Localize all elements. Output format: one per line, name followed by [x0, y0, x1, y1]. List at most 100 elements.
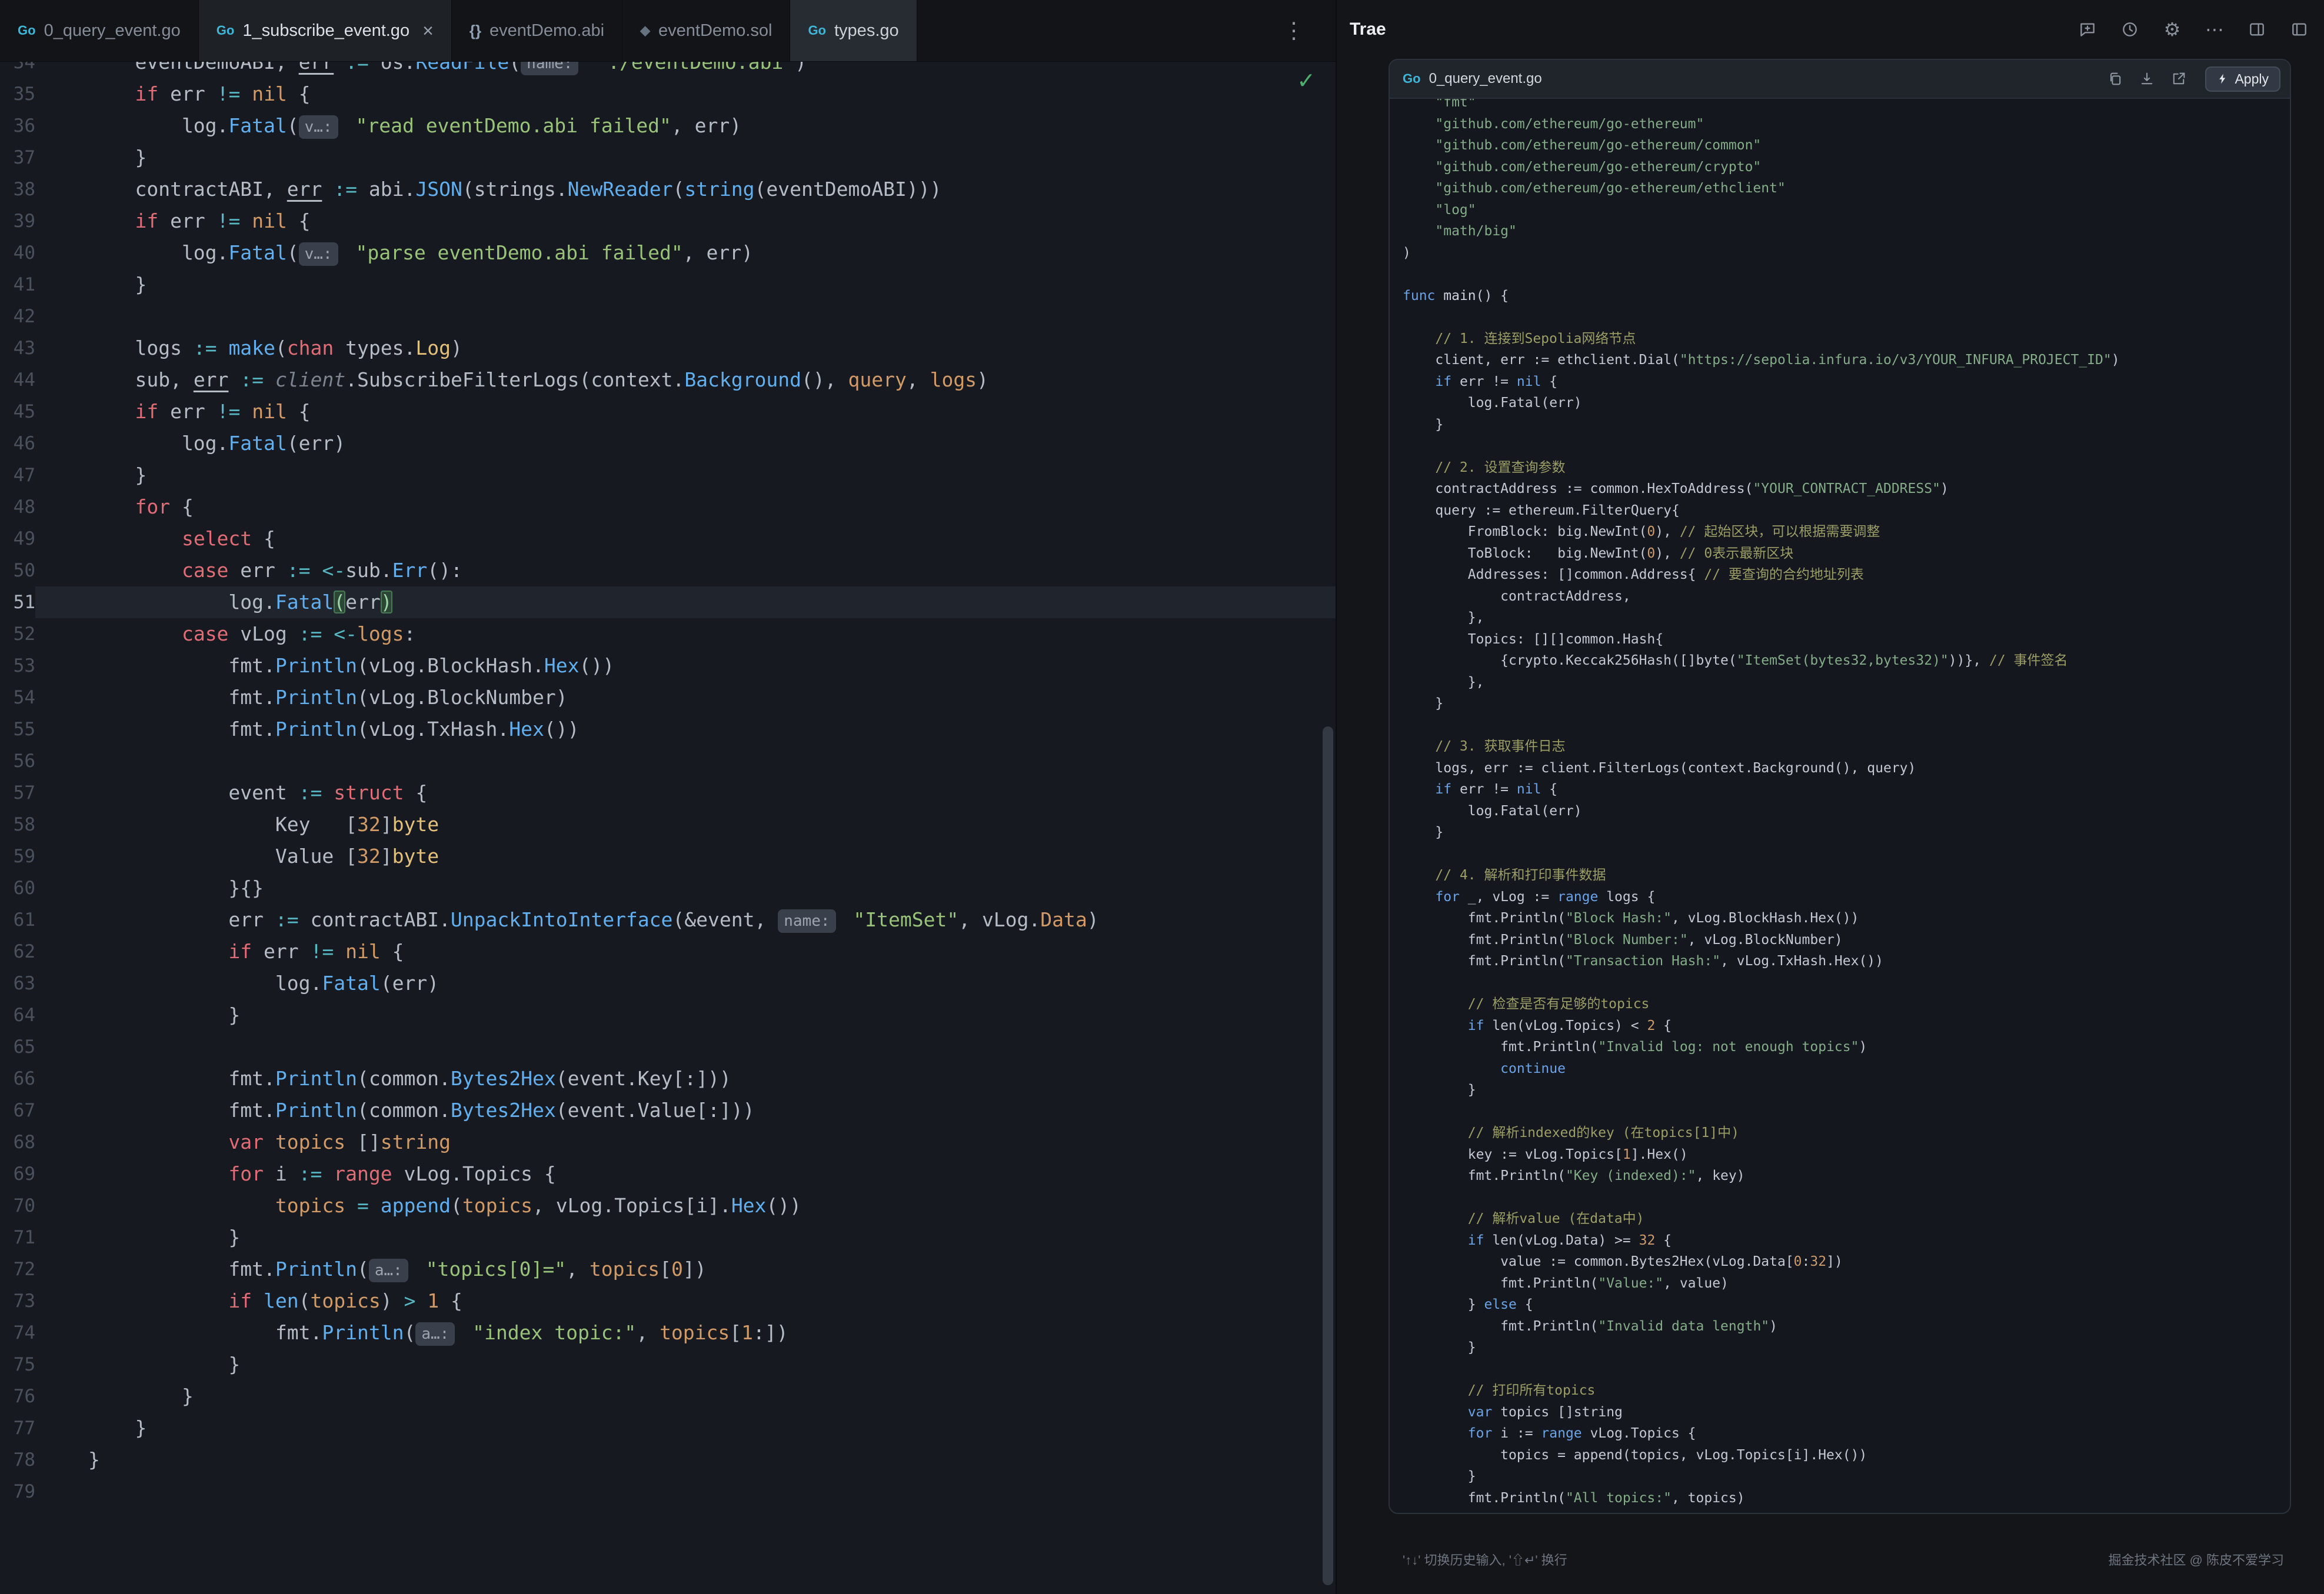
code-line: 67 fmt.Println(common.Bytes2Hex(event.Va… — [0, 1095, 1336, 1126]
code-line: 71 } — [0, 1222, 1336, 1253]
line-number: 56 — [5, 745, 35, 777]
line-number: 43 — [5, 332, 35, 364]
line-number: 70 — [5, 1190, 35, 1222]
code-card-filename: 0_query_event.go — [1429, 71, 1542, 87]
code-line — [1403, 264, 2290, 285]
code-line: } — [1403, 1079, 2290, 1101]
line-number: 69 — [5, 1158, 35, 1190]
code-line — [1403, 843, 2290, 865]
code-line: 52 case vLog := <-logs: — [0, 618, 1336, 650]
code-line: log.Fatal(err) — [1403, 392, 2290, 414]
code-line: fmt.Println("Block Hash:", vLog.BlockHas… — [1403, 908, 2290, 929]
line-number: 40 — [5, 237, 35, 269]
line-number: 79 — [5, 1476, 35, 1508]
go-file-icon: Go — [808, 23, 826, 38]
tab-label: eventDemo.sol — [658, 21, 772, 41]
code-line — [1403, 1187, 2290, 1209]
code-line: // 2. 设置查询参数 — [1403, 457, 2290, 479]
history-icon[interactable] — [2119, 19, 2140, 40]
code-line: 78} — [0, 1444, 1336, 1476]
credit-text: 掘金技术社区 @ 陈皮不爱学习 — [2108, 1550, 2284, 1569]
line-number: 71 — [5, 1222, 35, 1253]
code-line: // 检查是否有足够的topics — [1403, 993, 2290, 1015]
code-line: contractAddress, — [1403, 586, 2290, 608]
copy-icon[interactable] — [2106, 70, 2124, 88]
line-number: 68 — [5, 1126, 35, 1158]
code-line: 79 — [0, 1476, 1336, 1508]
code-line: 48 for { — [0, 491, 1336, 523]
code-line: } — [1403, 693, 2290, 715]
line-number: 64 — [5, 999, 35, 1031]
panel-header-icons: ⚙ ⋯ — [2077, 19, 2310, 40]
tab-eventdemo-abi[interactable]: {} eventDemo.abi — [452, 0, 622, 61]
code-card-content[interactable]: "fmt" "github.com/ethereum/go-ethereum" … — [1390, 99, 2290, 1513]
tab-bar: Go 0_query_event.go Go 1_subscribe_event… — [0, 0, 1336, 62]
line-number: 35 — [5, 78, 35, 110]
line-number: 52 — [5, 618, 35, 650]
code-line: 57 event := struct { — [0, 777, 1336, 809]
code-line: FromBlock: big.NewInt(0), // 起始区块，可以根据需要… — [1403, 521, 2290, 543]
apply-lightning-icon — [2217, 73, 2229, 85]
code-line: 72 fmt.Println(a…: "topics[0]=", topics[… — [0, 1253, 1336, 1285]
code-line: 65 — [0, 1031, 1336, 1063]
code-line: fmt.Println("Invalid log: not enough top… — [1403, 1036, 2290, 1058]
collapse-panel-icon[interactable] — [2289, 19, 2310, 40]
layout-icon[interactable] — [2246, 19, 2268, 40]
line-number: 34 — [5, 62, 35, 78]
line-number: 36 — [5, 110, 35, 142]
editor-scrollbar[interactable] — [1323, 726, 1333, 1585]
line-number: 78 — [5, 1444, 35, 1476]
code-line: "fmt" — [1403, 99, 2290, 114]
line-number: 46 — [5, 428, 35, 459]
line-number: 53 — [5, 650, 35, 682]
settings-gear-icon[interactable]: ⚙ — [2162, 19, 2183, 40]
line-number: 51 — [5, 586, 35, 618]
code-line: } — [1403, 822, 2290, 843]
new-chat-icon[interactable] — [2077, 19, 2098, 40]
tab-label: types.go — [834, 21, 899, 41]
code-line: } — [1403, 1337, 2290, 1359]
tab-bar-more-icon[interactable]: ⋮ — [1283, 18, 1305, 44]
code-line: func main() { — [1403, 285, 2290, 307]
line-number: 38 — [5, 174, 35, 205]
code-line: 58 Key [32]byte — [0, 809, 1336, 841]
code-line: // 3. 获取事件日志 — [1403, 736, 2290, 758]
code-line: "github.com/ethereum/go-ethereum/common" — [1403, 135, 2290, 156]
insert-code-icon[interactable] — [2138, 70, 2156, 88]
more-icon[interactable]: ⋯ — [2204, 19, 2225, 40]
code-editor[interactable]: 34 eventDemoABI, err := os.ReadFile(name… — [0, 62, 1336, 1594]
code-line: 51 log.Fatal(err) — [0, 586, 1336, 618]
code-line: topics = append(topics, vLog.Topics[i].H… — [1403, 1445, 2290, 1466]
line-number: 44 — [5, 364, 35, 396]
line-number: 76 — [5, 1380, 35, 1412]
code-line: 75 } — [0, 1349, 1336, 1380]
line-number: 41 — [5, 269, 35, 301]
close-icon[interactable]: × — [422, 20, 434, 42]
tab-types-go[interactable]: Go types.go — [790, 0, 917, 61]
code-line — [1403, 715, 2290, 736]
code-line: 54 fmt.Println(vLog.BlockNumber) — [0, 682, 1336, 713]
code-line: 36 log.Fatal(v…: "read eventDemo.abi fai… — [0, 110, 1336, 142]
code-line: 66 fmt.Println(common.Bytes2Hex(event.Ke… — [0, 1063, 1336, 1095]
code-line — [1403, 972, 2290, 994]
line-number: 50 — [5, 555, 35, 586]
code-line: if len(vLog.Topics) < 2 { — [1403, 1015, 2290, 1037]
line-number: 74 — [5, 1317, 35, 1349]
apply-button[interactable]: Apply — [2205, 66, 2280, 92]
code-line: log.Fatal(err) — [1403, 801, 2290, 822]
code-line: 60 }{} — [0, 872, 1336, 904]
line-number: 62 — [5, 936, 35, 968]
panel-footer: '↑↓' 切换历史输入, '⇧↵' 换行 掘金技术社区 @ 陈皮不爱学习 — [1337, 1525, 2324, 1594]
apply-button-label: Apply — [2235, 71, 2269, 87]
tab-0-query-event[interactable]: Go 0_query_event.go — [0, 0, 199, 61]
code-line: // 1. 连接到Sepolia网络节点 — [1403, 328, 2290, 350]
code-line: 38 contractABI, err := abi.JSON(strings.… — [0, 174, 1336, 205]
line-number: 75 — [5, 1349, 35, 1380]
code-card-actions: Apply — [2106, 66, 2280, 92]
tab-eventdemo-sol[interactable]: ◆ eventDemo.sol — [622, 0, 790, 61]
line-number: 65 — [5, 1031, 35, 1063]
code-line: 73 if len(topics) > 1 { — [0, 1285, 1336, 1317]
open-in-editor-icon[interactable] — [2170, 70, 2188, 88]
tab-1-subscribe-event[interactable]: Go 1_subscribe_event.go × — [199, 0, 452, 61]
code-line: 47 } — [0, 459, 1336, 491]
